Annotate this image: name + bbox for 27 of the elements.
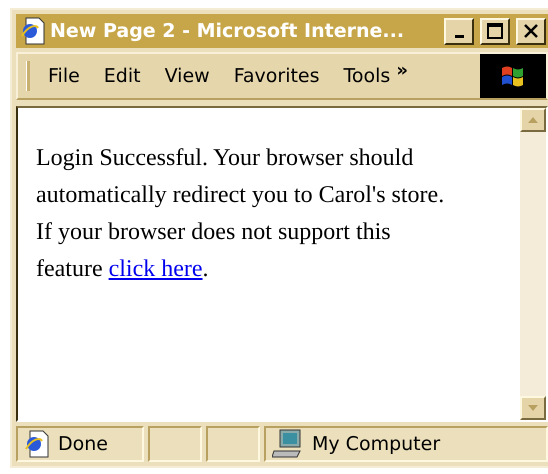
page-icon [20, 17, 46, 45]
message-text: Login Successful. Your browser should automatically redirect you to Carol's store. If your browser does not support this feature click here. [35, 144, 446, 284]
scroll-up-button[interactable] [520, 108, 546, 132]
close-button[interactable] [516, 18, 546, 44]
menu-item[interactable]: File [48, 65, 80, 87]
flag-icon [500, 64, 526, 88]
scroll-down-button[interactable] [520, 396, 546, 420]
vertical-scrollbar[interactable] [520, 108, 546, 420]
status-text: Done [58, 433, 108, 455]
close-icon [523, 24, 539, 38]
menu-item[interactable]: Edit [104, 65, 141, 87]
page-icon [24, 430, 50, 458]
maximize-icon [487, 23, 503, 39]
menu-item[interactable]: Favorites [234, 65, 320, 87]
status-pane [206, 426, 260, 462]
overflow-chevron[interactable]: » [396, 60, 408, 81]
minimize-button[interactable] [444, 18, 474, 44]
menu-item[interactable]: Tools [344, 65, 390, 87]
zone-text: My Computer [312, 433, 440, 455]
up-arrow-icon [528, 117, 538, 123]
down-arrow-icon [528, 405, 538, 411]
menu-item[interactable]: View [164, 65, 210, 87]
click-here-link[interactable]: click here [108, 256, 203, 282]
status-pane [148, 426, 202, 462]
maximize-button[interactable] [480, 18, 510, 44]
minimize-icon [454, 34, 464, 38]
window-title: New Page 2 - Microsoft Interne... [50, 20, 406, 42]
